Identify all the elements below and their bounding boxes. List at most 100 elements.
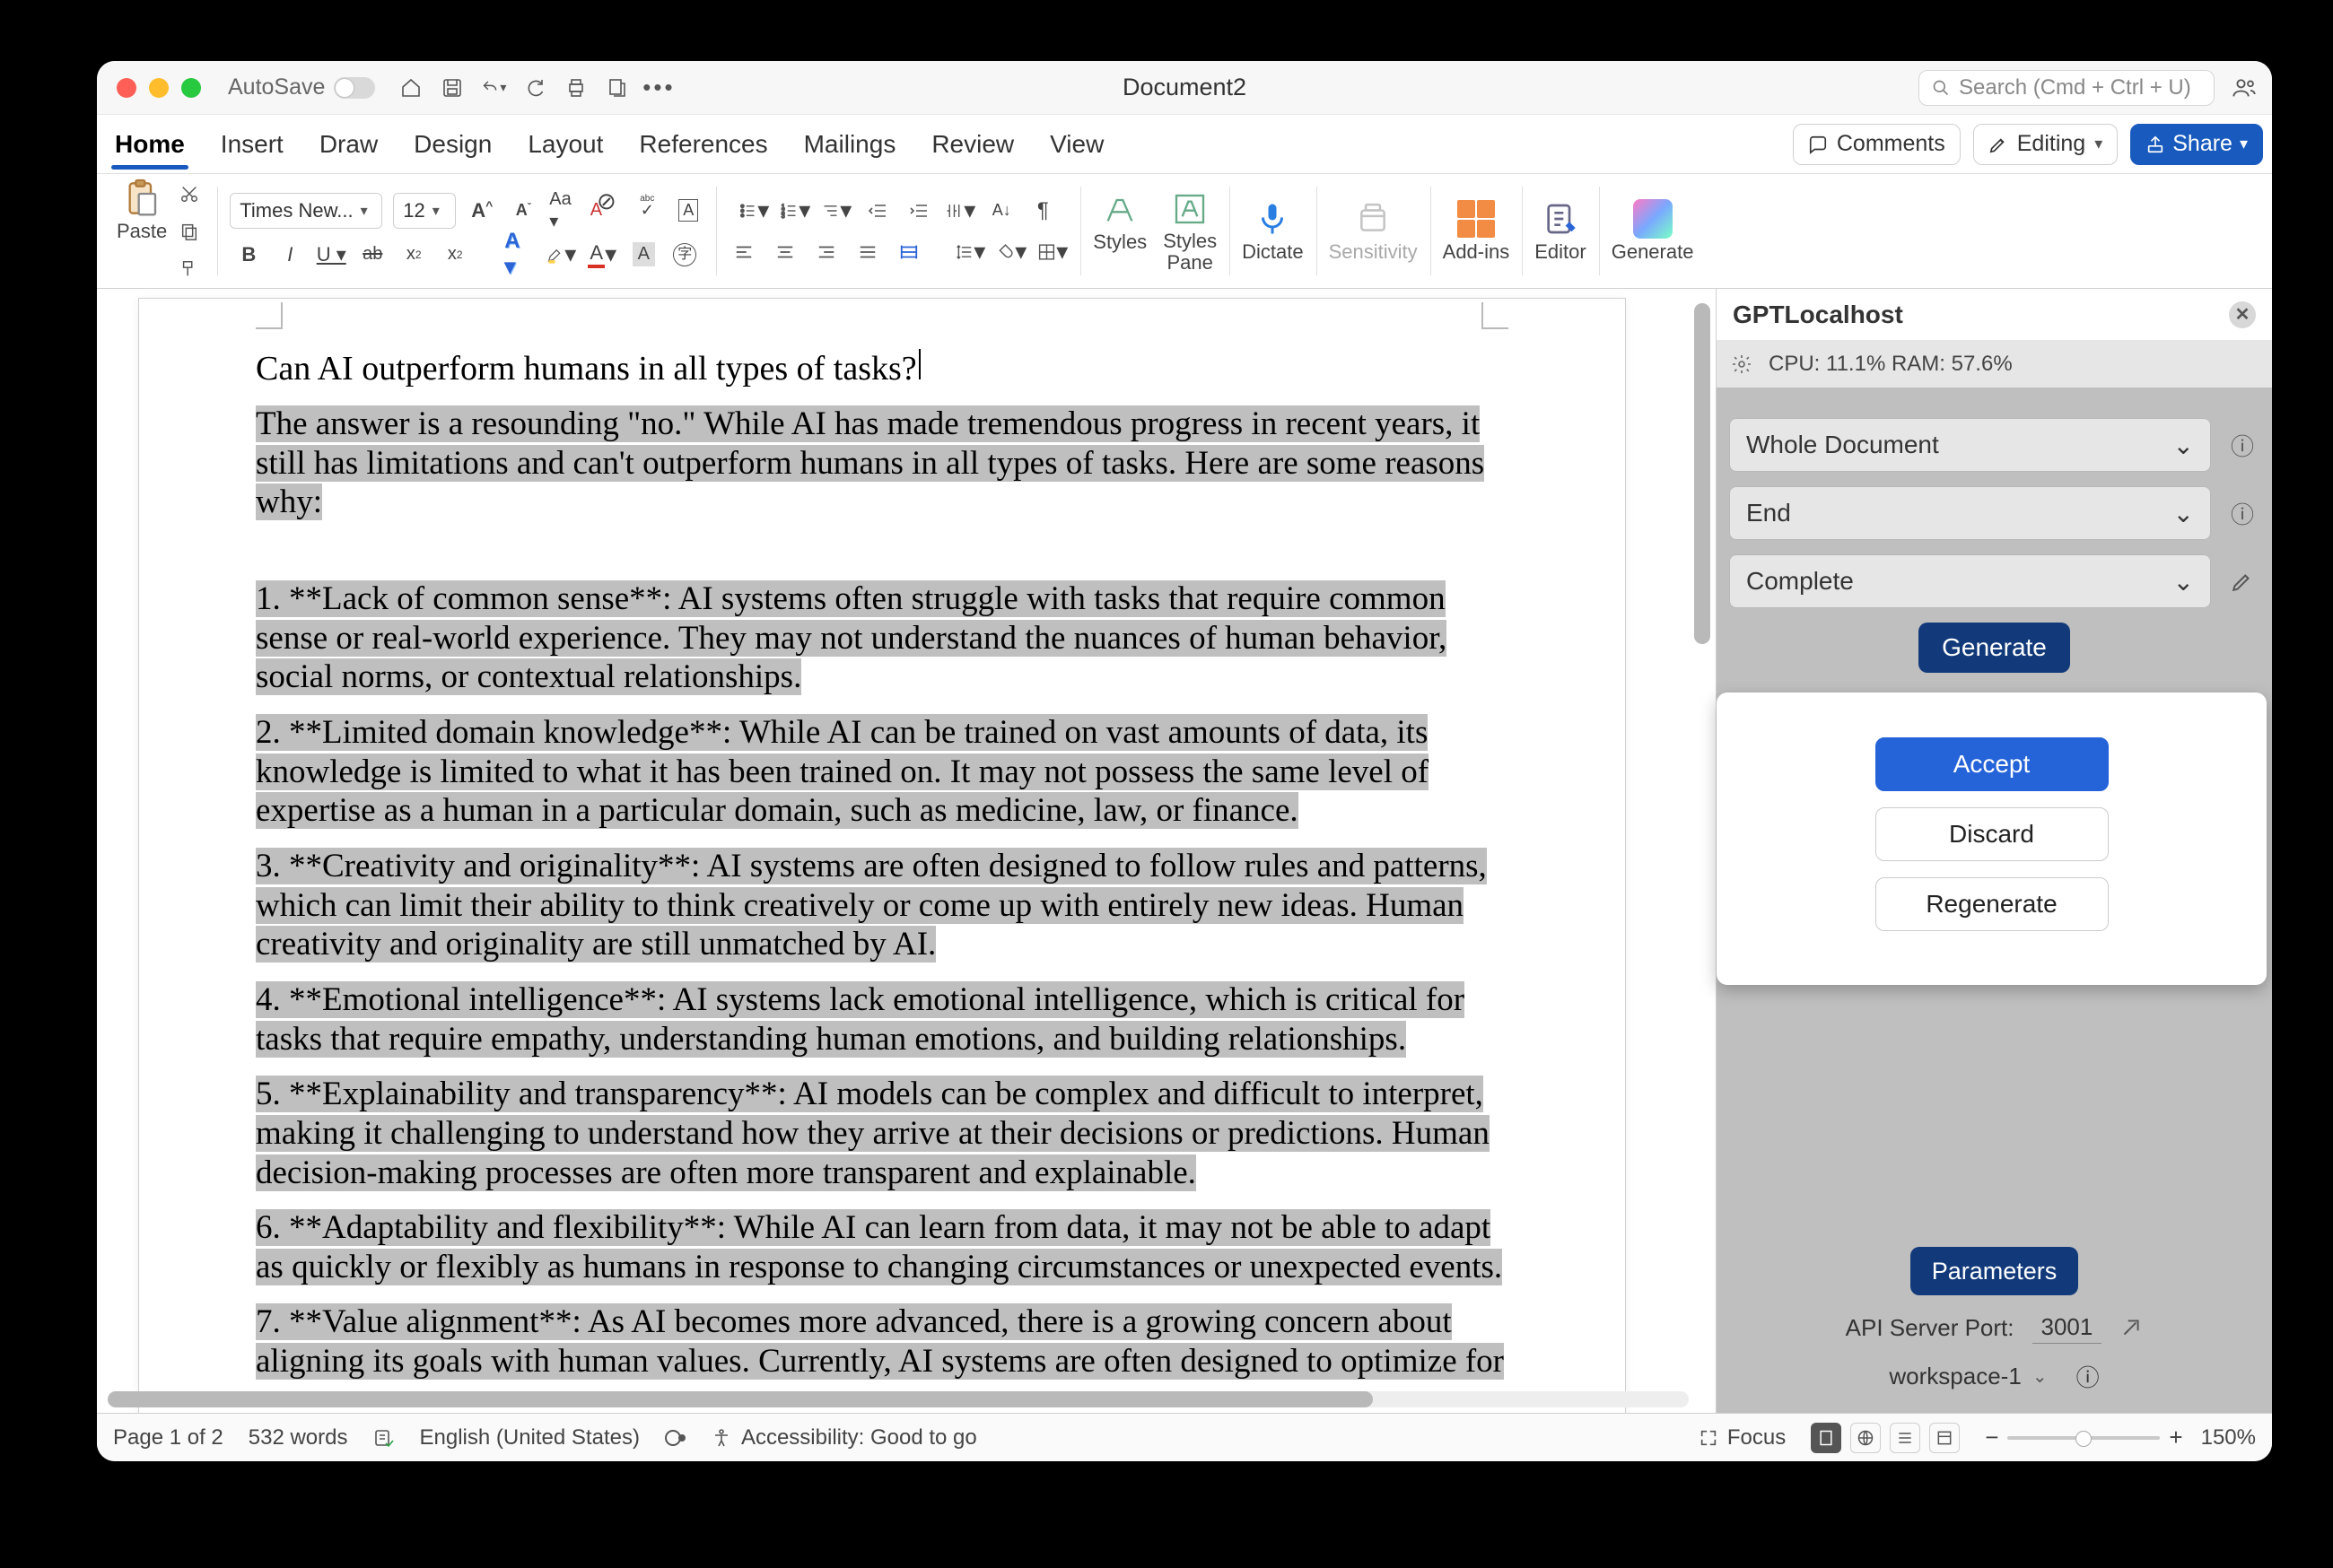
text-direction-icon[interactable]: ▾ <box>945 196 975 226</box>
focus-mode-button[interactable]: Focus <box>1699 1425 1786 1450</box>
view-print-icon[interactable] <box>1811 1423 1841 1453</box>
align-left-icon[interactable] <box>729 237 759 267</box>
view-outline-icon[interactable] <box>1890 1423 1920 1453</box>
paste-button[interactable]: Paste <box>117 179 167 243</box>
gear-icon[interactable] <box>1729 352 1754 377</box>
decrease-indent-icon[interactable] <box>862 196 893 226</box>
numbering-icon[interactable]: 123▾ <box>780 196 810 226</box>
borders-icon[interactable]: ▾ <box>1037 237 1068 267</box>
spellcheck-icon[interactable] <box>373 1427 395 1449</box>
multilevel-list-icon[interactable]: ▾ <box>821 196 852 226</box>
zoom-control[interactable]: − + 150% <box>1985 1424 2256 1451</box>
increase-indent-icon[interactable] <box>904 196 934 226</box>
font-size-select[interactable]: 12▾ <box>393 193 456 229</box>
document-page[interactable]: Can AI outperform humans in all types of… <box>138 298 1626 1413</box>
styles-button[interactable]: Styles <box>1093 189 1147 272</box>
save-icon[interactable] <box>440 75 465 100</box>
page-indicator[interactable]: Page 1 of 2 <box>113 1425 223 1450</box>
character-border-icon[interactable]: A <box>673 196 703 226</box>
discard-button[interactable]: Discard <box>1875 807 2109 861</box>
tab-review[interactable]: Review <box>928 121 1018 168</box>
tab-layout[interactable]: Layout <box>524 121 607 168</box>
zoom-out-icon[interactable]: − <box>1985 1424 1998 1451</box>
zoom-in-icon[interactable]: + <box>2169 1424 2182 1451</box>
subscript-icon[interactable]: x2 <box>398 240 429 270</box>
tab-view[interactable]: View <box>1046 121 1107 168</box>
print-icon[interactable] <box>564 75 589 100</box>
template-icon[interactable] <box>605 75 630 100</box>
font-color-icon[interactable]: A ▾ <box>587 240 617 270</box>
api-port-value[interactable]: 3001 <box>2032 1311 2102 1344</box>
close-pane-button[interactable]: ✕ <box>2229 301 2256 328</box>
minimize-window-icon[interactable] <box>149 78 169 98</box>
line-spacing-icon[interactable]: ▾ <box>955 237 985 267</box>
tab-mailings[interactable]: Mailings <box>800 121 900 168</box>
grow-font-icon[interactable]: A^ <box>467 196 497 226</box>
editing-mode-button[interactable]: Editing ▾ <box>1973 124 2119 165</box>
regenerate-button[interactable]: Regenerate <box>1875 877 2109 931</box>
collaborators-icon[interactable] <box>2231 74 2258 101</box>
highlight-icon[interactable]: ▾ <box>546 240 576 270</box>
tab-references[interactable]: References <box>635 121 771 168</box>
change-case-icon[interactable]: Aa ▾ <box>549 196 580 226</box>
switch-icon[interactable] <box>334 77 375 99</box>
maximize-window-icon[interactable] <box>181 78 201 98</box>
zoom-value[interactable]: 150% <box>2201 1425 2256 1450</box>
home-icon[interactable] <box>398 75 424 100</box>
format-painter-icon[interactable] <box>174 254 205 284</box>
sort-icon[interactable]: A↓ <box>986 196 1017 226</box>
editor-button[interactable]: Editor <box>1534 199 1586 264</box>
strikethrough-icon[interactable]: ab <box>357 240 388 270</box>
justify-icon[interactable] <box>852 237 883 267</box>
autosave-toggle[interactable]: AutoSave <box>228 74 375 100</box>
zoom-slider[interactable] <box>2007 1436 2160 1440</box>
view-web-icon[interactable] <box>1850 1423 1881 1453</box>
styles-pane-button[interactable]: Styles Pane <box>1163 189 1217 272</box>
search-input[interactable]: Search (Cmd + Ctrl + U) <box>1918 70 2215 106</box>
underline-icon[interactable]: U ▾ <box>316 240 346 270</box>
accessibility-indicator[interactable]: Accessibility: Good to go <box>711 1425 977 1450</box>
document-area[interactable]: Can AI outperform humans in all types of… <box>97 289 1716 1413</box>
horizontal-scrollbar[interactable] <box>108 1391 1689 1407</box>
info-icon[interactable]: ⓘ <box>2225 496 2259 530</box>
bold-icon[interactable]: B <box>233 240 264 270</box>
cut-icon[interactable] <box>174 179 205 209</box>
character-shading-icon[interactable]: A <box>628 240 659 270</box>
align-center-icon[interactable] <box>770 237 800 267</box>
scope-select[interactable]: Whole Document⌄ <box>1729 418 2211 472</box>
language-indicator[interactable]: English (United States) <box>420 1425 640 1450</box>
close-window-icon[interactable] <box>117 78 136 98</box>
enclose-characters-icon[interactable]: 字 <box>669 240 700 270</box>
generate-button[interactable]: Generate <box>1612 199 1694 264</box>
tab-home[interactable]: Home <box>111 121 188 168</box>
addins-button[interactable]: Add-ins <box>1443 199 1510 264</box>
info-icon[interactable]: ⓘ <box>2225 428 2259 462</box>
workspace-value[interactable]: workspace-1 <box>1889 1363 2021 1390</box>
distributed-icon[interactable] <box>894 237 924 267</box>
tab-draw[interactable]: Draw <box>316 121 381 168</box>
text-effects-icon[interactable]: A ▾ <box>504 240 535 270</box>
tab-insert[interactable]: Insert <box>217 121 287 168</box>
phonetic-guide-icon[interactable]: abc✓ <box>632 196 662 226</box>
align-right-icon[interactable] <box>811 237 842 267</box>
position-select[interactable]: End⌄ <box>1729 486 2211 540</box>
font-name-select[interactable]: Times New...▾ <box>230 193 382 229</box>
clear-formatting-icon[interactable]: A⊘ <box>590 196 621 226</box>
shading-icon[interactable]: ▾ <box>996 237 1027 267</box>
word-count[interactable]: 532 words <box>249 1425 348 1450</box>
redo-icon[interactable] <box>522 75 547 100</box>
accept-button[interactable]: Accept <box>1875 737 2109 791</box>
info-icon[interactable]: ⓘ <box>2076 1360 2100 1393</box>
connector-icon[interactable] <box>2119 1316 2143 1339</box>
bullets-icon[interactable]: ▾ <box>738 196 769 226</box>
share-button[interactable]: Share ▾ <box>2130 124 2263 165</box>
shrink-font-icon[interactable]: Aˇ <box>508 196 538 226</box>
undo-icon[interactable]: ▾ <box>481 75 506 100</box>
copy-icon[interactable] <box>174 216 205 247</box>
superscript-icon[interactable]: x2 <box>440 240 470 270</box>
edit-icon[interactable] <box>2225 564 2259 598</box>
more-icon[interactable]: ••• <box>646 75 671 100</box>
dictate-button[interactable]: Dictate <box>1242 199 1303 264</box>
macro-record-icon[interactable] <box>665 1430 686 1446</box>
tab-design[interactable]: Design <box>410 121 495 168</box>
